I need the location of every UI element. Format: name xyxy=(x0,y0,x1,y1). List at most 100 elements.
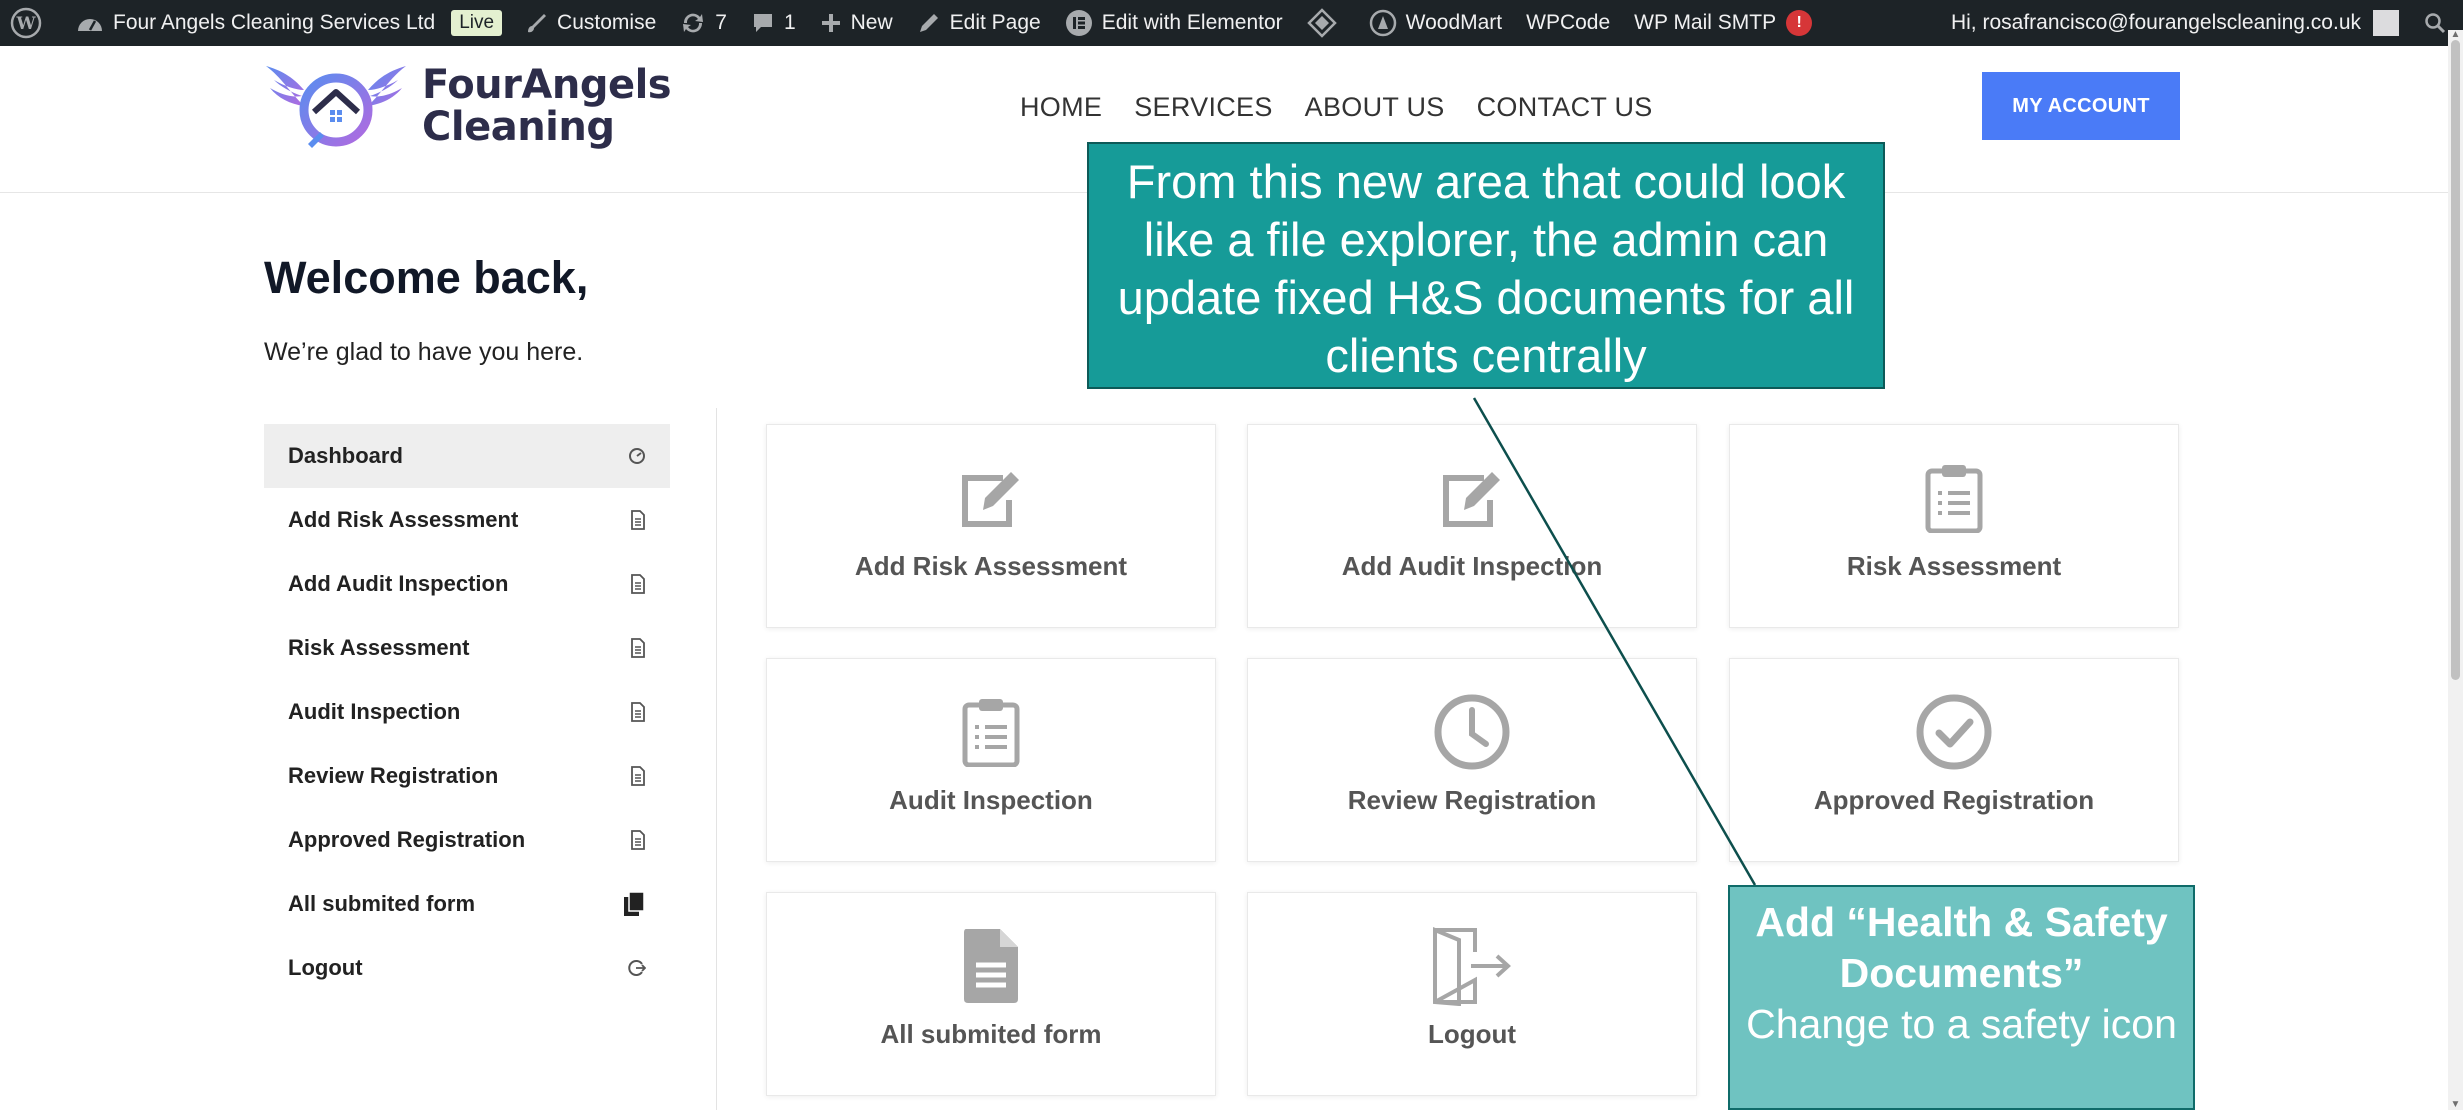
edit-page-label: Edit Page xyxy=(949,11,1041,34)
woodmart-icon xyxy=(1369,9,1397,37)
gauge-icon xyxy=(628,447,646,465)
sidebar-item-logout[interactable]: Logout xyxy=(264,936,670,1000)
clipboard-icon xyxy=(1924,461,1984,535)
angel-house-logo-icon xyxy=(266,66,406,148)
sidebar-item-audit-inspection[interactable]: Audit Inspection xyxy=(264,680,670,744)
comments-count: 1 xyxy=(783,11,796,34)
card-label: Risk Assessment xyxy=(1846,551,2062,581)
logout-icon xyxy=(628,959,646,977)
scrollbar-thumb[interactable] xyxy=(2451,40,2460,680)
nav-contact-us[interactable]: CONTACT US xyxy=(1477,92,1653,123)
dashboard-gauge-icon xyxy=(76,11,104,35)
wordpress-icon: W xyxy=(10,7,42,39)
check-circle-icon xyxy=(1914,694,1994,770)
customise-label: Customise xyxy=(557,11,657,34)
sidebar-item-label: Logout xyxy=(288,955,363,980)
sidebar-item-label: Risk Assessment xyxy=(288,635,470,660)
annotation-callout-health-safety: Add “Health & Safety Documents” Change t… xyxy=(1728,885,2195,1110)
nav-about-us[interactable]: ABOUT US xyxy=(1305,92,1445,123)
card-logout[interactable]: Logout xyxy=(1247,892,1697,1096)
annotation-heading: Add “Health & Safety Documents” xyxy=(1755,899,2168,996)
sidebar-item-add-audit-inspection[interactable]: Add Audit Inspection xyxy=(264,552,670,616)
updates-icon xyxy=(680,10,706,36)
sidebar-item-label: All submited form xyxy=(288,891,476,916)
card-label: Logout xyxy=(1427,1019,1517,1049)
card-add-audit-inspection[interactable]: Add Audit Inspection xyxy=(1247,424,1697,628)
plus-icon xyxy=(820,12,842,34)
edit-icon xyxy=(959,461,1023,535)
document-icon xyxy=(630,766,646,786)
card-label: Audit Inspection xyxy=(889,785,1093,815)
scroll-up-arrow-icon[interactable]: ▲ xyxy=(2450,30,2461,40)
sidebar-item-label: Add Audit Inspection xyxy=(288,571,509,596)
logo-wordmark: FourAngels Cleaning xyxy=(422,62,672,150)
card-approved-registration[interactable]: Approved Registration xyxy=(1729,658,2179,862)
logo-line-2: Cleaning xyxy=(422,104,615,150)
elementor-icon xyxy=(1065,9,1093,37)
sidebar-item-label: Review Registration xyxy=(288,763,499,788)
sidebar-item-all-submited-form[interactable]: All submited form xyxy=(264,872,670,936)
edit-icon xyxy=(1440,461,1504,535)
edit-elementor-label: Edit with Elementor xyxy=(1101,11,1283,34)
edit-elementor-link[interactable]: Edit with Elementor xyxy=(1053,0,1295,46)
nav-home[interactable]: HOME xyxy=(1020,92,1102,123)
document-icon xyxy=(630,638,646,658)
sidebar-item-approved-registration[interactable]: Approved Registration xyxy=(264,808,670,872)
woodmart-link[interactable]: WoodMart xyxy=(1349,0,1514,46)
card-label: Approved Registration xyxy=(1813,785,2095,815)
customise-link[interactable]: Customise xyxy=(512,0,668,46)
wordpress-logo-button[interactable]: W xyxy=(0,0,54,46)
site-name: Four Angels Cleaning Services Ltd xyxy=(113,11,436,34)
annotation-body: Change to a safety icon xyxy=(1746,1001,2177,1047)
logout-door-icon xyxy=(1431,927,1513,1006)
scroll-down-arrow-icon[interactable]: ▼ xyxy=(2450,1100,2461,1110)
woodmart-label: WoodMart xyxy=(1405,11,1503,34)
avatar xyxy=(2373,10,2399,36)
wp-mail-smtp-link[interactable]: WP Mail SMTP ! xyxy=(1622,0,1824,46)
sidebar-item-risk-assessment[interactable]: Risk Assessment xyxy=(264,616,670,680)
page-scrollbar[interactable]: ▲ ▼ xyxy=(2448,30,2463,1110)
wpcode-link[interactable]: WPCode xyxy=(1514,0,1622,46)
new-label: New xyxy=(850,11,893,34)
document-icon xyxy=(630,510,646,530)
sidebar-item-label: Dashboard xyxy=(288,443,403,468)
comments-link[interactable]: 1 xyxy=(739,0,808,46)
copy-icon xyxy=(622,891,646,917)
new-content-link[interactable]: New xyxy=(808,0,905,46)
diamond-menu[interactable] xyxy=(1295,0,1349,46)
paintbrush-icon xyxy=(524,11,548,35)
live-badge: Live xyxy=(451,10,503,36)
annotation-text: From this new area that could look like … xyxy=(1117,155,1855,382)
pencil-icon xyxy=(917,11,941,35)
card-review-registration[interactable]: Review Registration xyxy=(1247,658,1697,862)
card-audit-inspection[interactable]: Audit Inspection xyxy=(766,658,1216,862)
document-icon xyxy=(630,830,646,850)
user-account-menu[interactable]: Hi, rosafrancisco@fourangelscleaning.co.… xyxy=(1939,0,2411,46)
updates-count: 7 xyxy=(715,11,727,34)
sidebar-item-add-risk-assessment[interactable]: Add Risk Assessment xyxy=(264,488,670,552)
site-name-link[interactable]: Four Angels Cleaning Services Ltd xyxy=(54,0,447,46)
sidebar-item-dashboard[interactable]: Dashboard xyxy=(264,424,670,488)
annotation-callout-file-explorer: From this new area that could look like … xyxy=(1087,142,1885,389)
nav-services[interactable]: SERVICES xyxy=(1134,92,1272,123)
search-icon xyxy=(2423,11,2447,35)
card-risk-assessment[interactable]: Risk Assessment xyxy=(1729,424,2179,628)
updates-link[interactable]: 7 xyxy=(668,0,739,46)
site-logo[interactable]: FourAngels Cleaning xyxy=(262,60,672,152)
my-account-button[interactable]: MY ACCOUNT xyxy=(1982,72,2180,140)
account-sidebar: Dashboard Add Risk Assessment Add Audit … xyxy=(264,424,670,1000)
clipboard-icon xyxy=(961,695,1021,769)
sidebar-item-review-registration[interactable]: Review Registration xyxy=(264,744,670,808)
wp-mail-smtp-label: WP Mail SMTP xyxy=(1634,11,1777,34)
document-icon xyxy=(630,702,646,722)
file-icon xyxy=(960,929,1022,1003)
comment-icon xyxy=(751,11,775,35)
card-all-submited-form[interactable]: All submited form xyxy=(766,892,1216,1096)
sidebar-divider xyxy=(716,408,717,1110)
card-add-risk-assessment[interactable]: Add Risk Assessment xyxy=(766,424,1216,628)
welcome-subtitle: We’re glad to have you here. xyxy=(264,338,584,366)
welcome-title: Welcome back, xyxy=(264,252,589,303)
logo-line-1: FourAngels xyxy=(422,62,672,108)
sidebar-item-label: Approved Registration xyxy=(288,827,526,852)
edit-page-link[interactable]: Edit Page xyxy=(905,0,1053,46)
